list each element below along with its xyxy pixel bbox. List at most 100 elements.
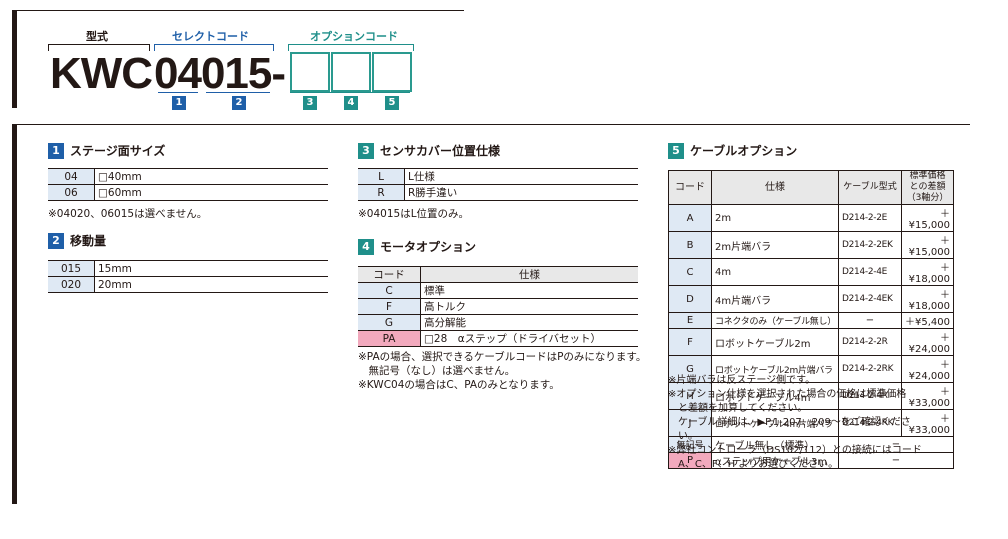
num-badge-4: 4: [344, 96, 358, 110]
option-box-4[interactable]: [331, 52, 371, 92]
sensor-cover-table: L L仕様 R R勝手違い: [358, 168, 638, 201]
header-spec: 仕様: [420, 266, 638, 283]
price-cell: ＋¥24,000: [901, 328, 954, 356]
code-cell: 04: [48, 168, 95, 185]
option-box-5[interactable]: [372, 52, 412, 92]
section-1-label: ステージ面サイズ: [70, 144, 166, 158]
code-cell: 015: [48, 260, 95, 277]
section-2-label: 移動量: [70, 234, 107, 248]
value-cell: □28 αステップ（ドライバセット）: [420, 330, 638, 347]
section-4-badge: 4: [358, 238, 374, 255]
value-cell: L仕様: [404, 168, 638, 185]
code-cell: PA: [358, 330, 421, 347]
table-row[interactable]: 015 15mm: [48, 260, 328, 277]
spec-cell: 2m片端バラ: [711, 231, 839, 259]
code-cell: 020: [48, 276, 95, 293]
section-2-badge: 2: [48, 232, 64, 249]
option-code-label: オプションコード: [310, 30, 398, 43]
table-row[interactable]: C 4m D214-2-4E ＋¥18,000: [668, 258, 954, 286]
option-box-3[interactable]: [290, 52, 330, 92]
type-label: 型式: [86, 30, 108, 43]
section-3-label: センサカバー位置仕様: [380, 144, 501, 158]
table-row[interactable]: E コネクタのみ（ケーブル無し） − ＋¥5,400: [668, 312, 954, 329]
num-badge-1: 1: [172, 96, 186, 110]
num-line-2: [206, 92, 270, 93]
spec-cell: コネクタのみ（ケーブル無し）: [711, 312, 839, 329]
header-model: ケーブル型式: [838, 170, 902, 205]
table-row[interactable]: A 2m D214-2-2E ＋¥15,000: [668, 204, 954, 232]
table-row[interactable]: 06 □60mm: [48, 184, 328, 201]
option-bracket: [288, 44, 414, 51]
header-price: 標準価格との差額（3軸分）: [901, 170, 954, 205]
num-line-1: [158, 92, 198, 93]
table-row[interactable]: B 2m片端バラ D214-2-2EK ＋¥15,000: [668, 231, 954, 259]
num-badge-2: 2: [232, 96, 246, 110]
num-badge-3: 3: [303, 96, 317, 110]
motor-option-table: コード 仕様 C 標準 F 高トルク G 高分解能 PA □28 αステップ（ドライバセ…: [358, 266, 638, 347]
model-cell: D214-2-4EK: [838, 285, 902, 313]
code-cell: L: [358, 168, 405, 185]
header-top-rule: [12, 10, 464, 11]
code-cell: 06: [48, 184, 95, 201]
stage-size-table: 04 □40mm 06 □60mm: [48, 168, 328, 201]
code-cell: C: [668, 258, 712, 286]
spec-cell: ロボットケーブル2m: [711, 328, 839, 356]
model-prefix: KWC: [50, 49, 153, 98]
model-cell: D214-2-2R: [838, 328, 902, 356]
price-cell: ＋¥15,000: [901, 231, 954, 259]
code-cell: B: [668, 231, 712, 259]
code-cell: F: [668, 328, 712, 356]
code-cell: E: [668, 312, 712, 329]
table-row[interactable]: C 標準: [358, 282, 638, 299]
table-row[interactable]: G 高分解能: [358, 314, 638, 331]
section-5-title: 5 ケーブルオプション: [668, 142, 797, 159]
section-4-label: モータオプション: [380, 240, 477, 254]
value-cell: 高分解能: [420, 314, 638, 331]
table-row[interactable]: F ロボットケーブル2m D214-2-2R ＋¥24,000: [668, 328, 954, 356]
section-1-badge: 1: [48, 142, 64, 159]
travel-table: 015 15mm 020 20mm: [48, 260, 328, 293]
code-cell: A: [668, 204, 712, 232]
table-row[interactable]: F 高トルク: [358, 298, 638, 315]
table-row[interactable]: D 4m片端バラ D214-2-4EK ＋¥18,000: [668, 285, 954, 313]
model-select-code: 04015-: [154, 49, 286, 98]
table-row[interactable]: PA □28 αステップ（ドライバセット）: [358, 330, 638, 347]
section-2-title: 2 移動量: [48, 232, 106, 249]
section-1-note: ※04020、06015は選べません。: [48, 208, 208, 220]
value-cell: □40mm: [94, 168, 328, 185]
value-cell: 標準: [420, 282, 638, 299]
code-cell: F: [358, 298, 421, 315]
select-code-label: セレクトコード: [172, 30, 249, 43]
model-cell: D214-2-2E: [838, 204, 902, 232]
model-cell: D214-2-4E: [838, 258, 902, 286]
spec-cell: 4m片端バラ: [711, 285, 839, 313]
model-cell: D214-2-2EK: [838, 231, 902, 259]
section-3-title: 3 センサカバー位置仕様: [358, 142, 500, 159]
value-cell: 20mm: [94, 276, 328, 293]
body-top-rule: [12, 124, 970, 125]
table-row[interactable]: 020 20mm: [48, 276, 328, 293]
section-5-badge: 5: [668, 142, 684, 159]
price-cell: ＋¥18,000: [901, 285, 954, 313]
table-header-row: コード 仕様: [358, 266, 638, 283]
code-cell: D: [668, 285, 712, 313]
section-3-badge: 3: [358, 142, 374, 159]
header-spec: 仕様: [711, 170, 839, 205]
section-3-note: ※04015はL位置のみ。: [358, 208, 470, 220]
value-cell: R勝手違い: [404, 184, 638, 201]
section-4-note: ※PAの場合、選択できるケーブルコードはPのみになります。 無記号（なし）は選べ…: [358, 351, 647, 391]
price-cell: ＋¥18,000: [901, 258, 954, 286]
section-1-title: 1 ステージ面サイズ: [48, 142, 165, 159]
table-row[interactable]: L L仕様: [358, 168, 638, 185]
table-row[interactable]: R R勝手違い: [358, 184, 638, 201]
num-badge-5: 5: [385, 96, 399, 110]
section-5-label: ケーブルオプション: [690, 144, 798, 158]
spec-cell: 4m: [711, 258, 839, 286]
model-cell: −: [838, 312, 902, 329]
body-left-bar: [12, 124, 17, 504]
value-cell: 15mm: [94, 260, 328, 277]
table-header-row: コード 仕様 ケーブル型式 標準価格との差額（3軸分）: [668, 170, 954, 205]
spec-cell: 2m: [711, 204, 839, 232]
num-line-opt: [290, 92, 410, 93]
table-row[interactable]: 04 □40mm: [48, 168, 328, 185]
